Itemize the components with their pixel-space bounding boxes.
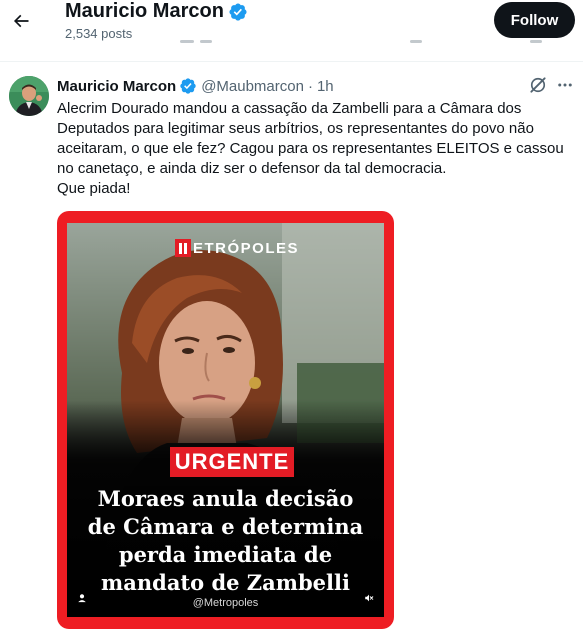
author-name[interactable]: Mauricio Marcon: [57, 78, 176, 95]
avatar[interactable]: [9, 76, 49, 116]
arrow-left-icon: [13, 14, 29, 28]
grok-icon[interactable]: [528, 75, 548, 95]
verified-badge-icon: [229, 2, 247, 21]
profile-header: Mauricio Marcon 2,534 posts Follow: [0, 0, 583, 62]
metropoles-logo: ETRÓPOLES: [175, 239, 299, 257]
media-source: @Metropoles: [192, 597, 259, 609]
back-button[interactable]: [6, 6, 36, 36]
author-handle[interactable]: @Maubmarcon: [201, 78, 304, 95]
follow-button[interactable]: Follow: [494, 2, 575, 38]
tweet-header: Mauricio Marcon @Maubmarcon · 1h: [57, 77, 334, 95]
headline-line: de Câmara e determina: [87, 514, 364, 539]
faded-background-strip: [60, 40, 580, 50]
header-title-row: Mauricio Marcon: [65, 0, 248, 23]
metropoles-logo-mark: [175, 239, 191, 257]
tweet-media[interactable]: ETRÓPOLES URGENTE Moraes anula decisão d…: [57, 211, 394, 629]
mute-button[interactable]: [360, 589, 378, 607]
user-tag-button[interactable]: [73, 589, 91, 607]
header-separator: ·: [307, 77, 313, 95]
headline-line: mandato de Zambelli: [101, 570, 350, 595]
headline-line: perda imediata de: [118, 542, 333, 567]
user-icon: [78, 594, 86, 603]
urgent-badge: URGENTE: [170, 447, 294, 477]
tweet: Mauricio Marcon @Maubmarcon · 1h Alecrim…: [0, 63, 583, 630]
header-title: Mauricio Marcon: [65, 0, 224, 22]
more-horizontal-icon[interactable]: [555, 75, 575, 95]
speaker-muted-icon: [365, 594, 374, 602]
tweet-text: Alecrim Dourado mandou a cassação da Zam…: [57, 99, 572, 199]
tweet-timestamp[interactable]: 1h: [317, 78, 334, 95]
tweet-text-paragraph: Que piada!: [57, 180, 131, 197]
avatar-photo: [9, 76, 49, 116]
metropoles-logo-text: ETRÓPOLES: [193, 239, 300, 257]
headline-line: Moraes anula decisão: [97, 486, 354, 511]
verified-badge-icon: [180, 78, 196, 94]
media-photo: ETRÓPOLES URGENTE Moraes anula decisão d…: [67, 223, 384, 617]
media-headline: Moraes anula decisão de Câmara e determi…: [67, 485, 384, 597]
tweet-text-paragraph: Alecrim Dourado mandou a cassação da Zam…: [57, 100, 564, 177]
posts-count: 2,534 posts: [65, 26, 133, 41]
